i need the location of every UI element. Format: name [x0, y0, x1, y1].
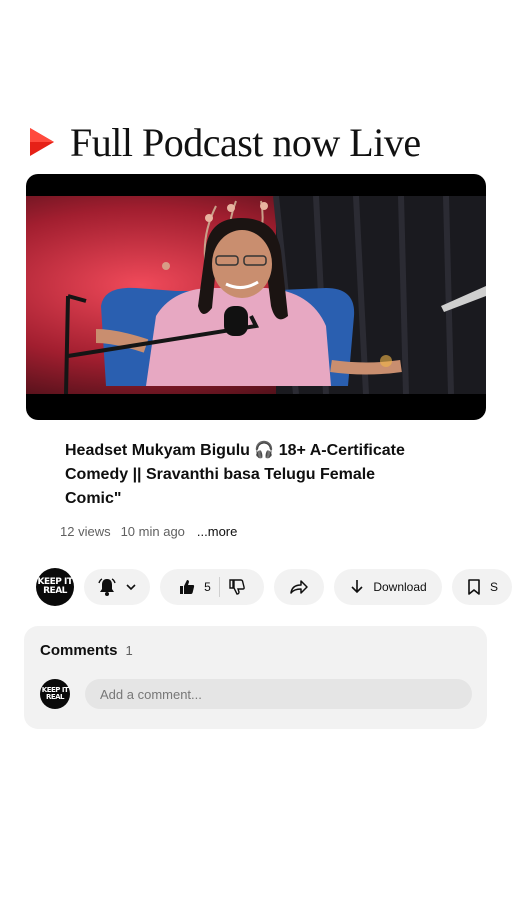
channel-avatar[interactable]: KEEP IT REAL — [36, 568, 74, 606]
channel-avatar-logo: KEEP IT REAL — [37, 577, 74, 596]
like-count[interactable]: 5 — [204, 580, 211, 594]
like-icon[interactable] — [178, 578, 196, 596]
upload-age: 10 min ago — [120, 524, 185, 539]
share-button[interactable] — [274, 569, 324, 605]
like-dislike-group: 5 — [160, 569, 264, 605]
subscribe-notification-button[interactable] — [84, 569, 150, 605]
play-arrow-icon — [28, 126, 56, 158]
download-label: Download — [373, 580, 427, 594]
like-divider — [218, 577, 220, 597]
comment-input[interactable] — [85, 679, 472, 709]
chevron-down-icon — [125, 581, 137, 593]
download-icon — [349, 579, 365, 595]
comments-title: Comments — [40, 642, 118, 659]
comments-count: 1 — [125, 643, 133, 658]
dislike-icon[interactable] — [228, 578, 246, 596]
share-icon — [289, 578, 309, 596]
bell-icon — [97, 577, 117, 597]
view-count: 12 views — [60, 524, 111, 539]
save-label: S — [490, 580, 499, 594]
comments-heading: Comments 1 — [40, 642, 133, 659]
video-title[interactable]: Headset Mukyam Bigulu 🎧 18+ A-Certificat… — [65, 439, 425, 511]
promo-text: Full Podcast now Live — [70, 119, 421, 165]
download-button[interactable]: Download — [334, 569, 442, 605]
promo-banner: Full Podcast now Live — [28, 118, 421, 166]
video-meta: 12 views 10 min ago ...more — [60, 524, 237, 539]
comments-panel[interactable]: Comments 1 KEEP IT REAL — [24, 626, 487, 729]
user-avatar-logo: KEEP IT REAL — [41, 686, 69, 701]
user-avatar: KEEP IT REAL — [40, 679, 70, 709]
video-thumbnail — [26, 196, 486, 394]
more-link[interactable]: ...more — [197, 524, 237, 539]
video-player[interactable] — [26, 174, 486, 420]
bookmark-icon — [466, 578, 482, 596]
action-bar: KEEP IT REAL 5 Download S — [36, 567, 512, 607]
save-button[interactable]: S — [452, 569, 512, 605]
